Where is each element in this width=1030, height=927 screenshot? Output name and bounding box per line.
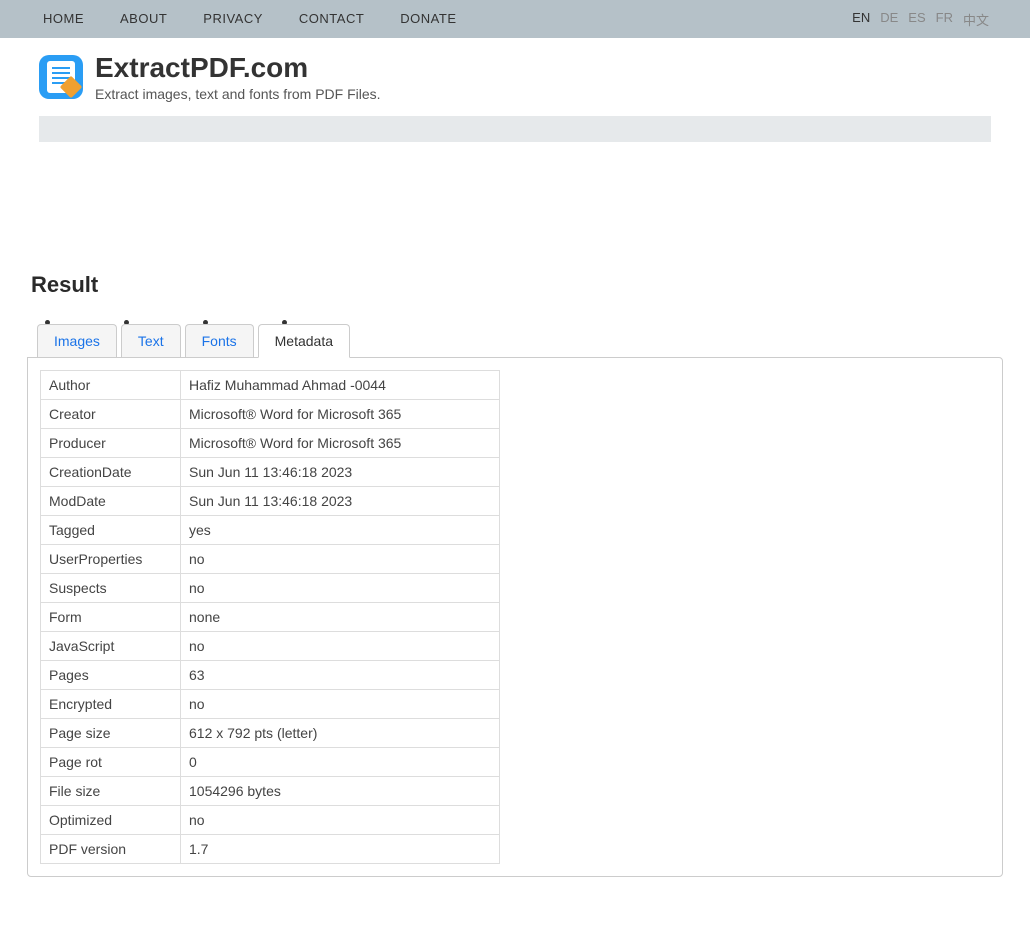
site-title: ExtractPDF.com — [95, 52, 381, 84]
table-row: Pages63 — [41, 661, 500, 690]
lang-link-中文[interactable]: 中文 — [963, 10, 989, 29]
metadata-value: no — [181, 690, 500, 719]
tab-text[interactable]: Text — [121, 324, 181, 358]
metadata-value: Microsoft® Word for Microsoft 365 — [181, 429, 500, 458]
metadata-value: 63 — [181, 661, 500, 690]
nav-link-about[interactable]: ABOUT — [102, 0, 185, 38]
lang-link-en[interactable]: EN — [852, 10, 870, 29]
metadata-value: no — [181, 574, 500, 603]
metadata-key: Tagged — [41, 516, 181, 545]
metadata-panel: AuthorHafiz Muhammad Ahmad -0044CreatorM… — [27, 357, 1003, 877]
lang-link-es[interactable]: ES — [908, 10, 925, 29]
metadata-value: 0 — [181, 748, 500, 777]
table-row: UserPropertiesno — [41, 545, 500, 574]
metadata-table: AuthorHafiz Muhammad Ahmad -0044CreatorM… — [40, 370, 500, 864]
metadata-value: no — [181, 545, 500, 574]
table-row: CreationDateSun Jun 11 13:46:18 2023 — [41, 458, 500, 487]
metadata-key: Suspects — [41, 574, 181, 603]
table-row: Taggedyes — [41, 516, 500, 545]
metadata-value: Microsoft® Word for Microsoft 365 — [181, 400, 500, 429]
metadata-value: 1054296 bytes — [181, 777, 500, 806]
nav-link-home[interactable]: HOME — [27, 0, 102, 38]
metadata-value: 1.7 — [181, 835, 500, 864]
metadata-value: 612 x 792 pts (letter) — [181, 719, 500, 748]
metadata-key: Producer — [41, 429, 181, 458]
metadata-key: Encrypted — [41, 690, 181, 719]
table-row: Optimizedno — [41, 806, 500, 835]
table-row: JavaScriptno — [41, 632, 500, 661]
metadata-key: CreationDate — [41, 458, 181, 487]
main-nav: HOMEABOUTPRIVACYCONTACTDONATE — [27, 0, 475, 38]
table-row: Suspectsno — [41, 574, 500, 603]
table-row: ProducerMicrosoft® Word for Microsoft 36… — [41, 429, 500, 458]
metadata-key: Author — [41, 371, 181, 400]
metadata-key: ModDate — [41, 487, 181, 516]
table-row: PDF version1.7 — [41, 835, 500, 864]
metadata-key: Page size — [41, 719, 181, 748]
lang-link-de[interactable]: DE — [880, 10, 898, 29]
table-row: Page rot0 — [41, 748, 500, 777]
metadata-value: no — [181, 806, 500, 835]
table-row: CreatorMicrosoft® Word for Microsoft 365 — [41, 400, 500, 429]
metadata-key: Pages — [41, 661, 181, 690]
metadata-value: yes — [181, 516, 500, 545]
tab-images[interactable]: Images — [37, 324, 117, 358]
metadata-value: no — [181, 632, 500, 661]
site-header: ExtractPDF.com Extract images, text and … — [27, 38, 1003, 110]
table-row: AuthorHafiz Muhammad Ahmad -0044 — [41, 371, 500, 400]
top-navigation-bar: HOMEABOUTPRIVACYCONTACTDONATE EN DE ES FR 中文 — [0, 0, 1030, 38]
metadata-key: UserProperties — [41, 545, 181, 574]
table-row: ModDateSun Jun 11 13:46:18 2023 — [41, 487, 500, 516]
metadata-key: Form — [41, 603, 181, 632]
metadata-key: File size — [41, 777, 181, 806]
table-row: Encryptedno — [41, 690, 500, 719]
table-row: Page size612 x 792 pts (letter) — [41, 719, 500, 748]
metadata-value: none — [181, 603, 500, 632]
metadata-value: Sun Jun 11 13:46:18 2023 — [181, 458, 500, 487]
site-logo-icon — [39, 55, 83, 99]
tab-metadata[interactable]: Metadata — [258, 324, 350, 358]
metadata-key: Page rot — [41, 748, 181, 777]
nav-link-donate[interactable]: DONATE — [382, 0, 474, 38]
nav-link-contact[interactable]: CONTACT — [281, 0, 382, 38]
language-switcher: EN DE ES FR 中文 — [852, 10, 1003, 29]
metadata-key: Optimized — [41, 806, 181, 835]
table-row: File size1054296 bytes — [41, 777, 500, 806]
result-heading: Result — [27, 272, 1003, 298]
result-tabs: ImagesTextFontsMetadata — [27, 323, 1003, 357]
metadata-key: PDF version — [41, 835, 181, 864]
site-subtitle: Extract images, text and fonts from PDF … — [95, 86, 381, 102]
lang-link-fr[interactable]: FR — [936, 10, 953, 29]
metadata-value: Sun Jun 11 13:46:18 2023 — [181, 487, 500, 516]
metadata-key: Creator — [41, 400, 181, 429]
table-row: Formnone — [41, 603, 500, 632]
metadata-value: Hafiz Muhammad Ahmad -0044 — [181, 371, 500, 400]
grey-divider-bar — [39, 116, 991, 142]
nav-link-privacy[interactable]: PRIVACY — [185, 0, 281, 38]
tab-fonts[interactable]: Fonts — [185, 324, 254, 358]
metadata-key: JavaScript — [41, 632, 181, 661]
